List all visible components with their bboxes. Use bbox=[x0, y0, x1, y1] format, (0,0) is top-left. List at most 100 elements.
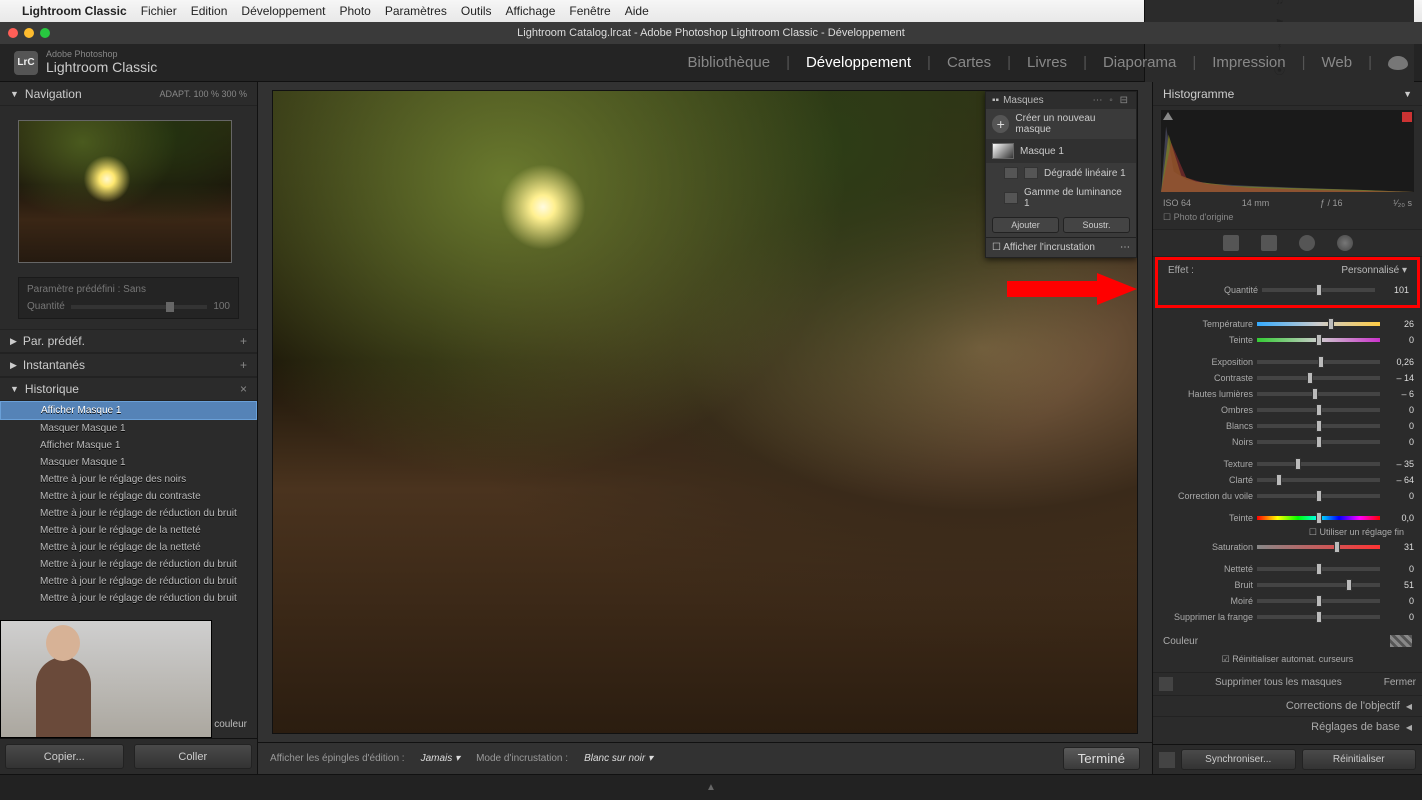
history-item[interactable]: Mettre à jour le réglage du contraste bbox=[0, 488, 257, 505]
status-icon[interactable]: ♫ bbox=[1275, 0, 1283, 7]
masking-tool-icon[interactable] bbox=[1337, 235, 1353, 251]
slider-value[interactable]: 0,0 bbox=[1384, 513, 1414, 523]
highlight-clip-icon[interactable] bbox=[1402, 112, 1412, 122]
slider-value[interactable]: – 64 bbox=[1384, 475, 1414, 485]
slider-blancs[interactable]: Blancs0 bbox=[1161, 418, 1414, 434]
original-photo-checkbox[interactable]: ☐ Photo d'origine bbox=[1163, 212, 1233, 222]
paste-button[interactable]: Coller bbox=[134, 744, 253, 769]
mask-subtract-button[interactable]: Soustr. bbox=[1063, 217, 1130, 233]
redeye-tool-icon[interactable] bbox=[1299, 235, 1315, 251]
module-web[interactable]: Web bbox=[1322, 54, 1353, 71]
create-mask-label[interactable]: Créer un nouveau masque bbox=[1015, 113, 1130, 135]
slider-texture[interactable]: Texture– 35 bbox=[1161, 456, 1414, 472]
slider-track[interactable] bbox=[1262, 288, 1375, 292]
slider-hautes-lumi-res[interactable]: Hautes lumières– 6 bbox=[1161, 386, 1414, 402]
done-button[interactable]: Terminé bbox=[1063, 747, 1140, 770]
slider-ombres[interactable]: Ombres0 bbox=[1161, 402, 1414, 418]
slider-track[interactable] bbox=[1257, 583, 1380, 587]
history-item[interactable]: Mettre à jour le réglage de réduction du… bbox=[0, 556, 257, 573]
mask-item-1[interactable]: Masque 1 bbox=[986, 139, 1136, 163]
slider-value[interactable]: 0 bbox=[1384, 405, 1414, 415]
before-after-toggle-icon[interactable] bbox=[1159, 677, 1173, 691]
slider-track[interactable] bbox=[1257, 424, 1380, 428]
history-item[interactable]: Mettre à jour le réglage des noirs bbox=[0, 471, 257, 488]
history-header[interactable]: ▼Historique × bbox=[0, 377, 257, 401]
history-item[interactable]: Afficher Masque 1 bbox=[0, 437, 257, 454]
menu-view[interactable]: Affichage bbox=[506, 4, 556, 18]
slider-contraste[interactable]: Contraste– 14 bbox=[1161, 370, 1414, 386]
reset-button[interactable]: Réinitialiser bbox=[1302, 749, 1417, 770]
menu-window[interactable]: Fenêtre bbox=[569, 4, 610, 18]
app-menu[interactable]: Lightroom Classic bbox=[22, 4, 127, 18]
module-print[interactable]: Impression bbox=[1212, 54, 1285, 71]
module-map[interactable]: Cartes bbox=[947, 54, 991, 71]
histogram[interactable] bbox=[1161, 110, 1414, 192]
slider-value[interactable]: 0,26 bbox=[1384, 357, 1414, 367]
slider-saturation[interactable]: Saturation31 bbox=[1161, 539, 1414, 555]
slider-moir-[interactable]: Moiré0 bbox=[1161, 593, 1414, 609]
slider-noirs[interactable]: Noirs0 bbox=[1161, 434, 1414, 450]
eye-icon[interactable] bbox=[1004, 167, 1018, 179]
auto-reset-checkbox[interactable]: ☑ Réinitialiser automat. curseurs bbox=[1222, 654, 1354, 664]
overlay-mode-dropdown[interactable]: Blanc sur noir ▾ bbox=[584, 753, 653, 764]
navigator-zoom-options[interactable]: ADAPT. 100 % 300 % bbox=[159, 89, 247, 99]
slider-supprimer-la-frange[interactable]: Supprimer la frange0 bbox=[1161, 609, 1414, 625]
history-item[interactable]: Mettre à jour le réglage de la netteté bbox=[0, 522, 257, 539]
slider-value[interactable]: 0 bbox=[1384, 437, 1414, 447]
slider-exposition[interactable]: Exposition0,26 bbox=[1161, 354, 1414, 370]
slider-track[interactable] bbox=[1257, 360, 1380, 364]
history-item[interactable]: Mettre à jour le réglage de réduction du… bbox=[0, 590, 257, 607]
module-book[interactable]: Livres bbox=[1027, 54, 1067, 71]
mask-component-luminance[interactable]: Gamme de luminance 1 bbox=[986, 183, 1136, 213]
mask-component-gradient[interactable]: Dégradé linéaire 1 bbox=[986, 163, 1136, 183]
navigator-header[interactable]: ▼ Navigation ADAPT. 100 % 300 % bbox=[0, 82, 257, 106]
slider-track[interactable] bbox=[1257, 494, 1380, 498]
slider-track[interactable] bbox=[1257, 599, 1380, 603]
basic-panel-header[interactable]: Réglages de base◀ bbox=[1153, 716, 1422, 737]
menu-develop[interactable]: Développement bbox=[241, 4, 325, 18]
slider-track[interactable] bbox=[1257, 322, 1380, 326]
slider-track[interactable] bbox=[1257, 545, 1380, 549]
slider-value[interactable]: – 6 bbox=[1384, 389, 1414, 399]
slider-value[interactable]: 0 bbox=[1384, 564, 1414, 574]
crop-tool-icon[interactable] bbox=[1223, 235, 1239, 251]
slider-temp-rature[interactable]: Température26 bbox=[1161, 316, 1414, 332]
slider-track[interactable] bbox=[1257, 462, 1380, 466]
disclosure-triangle-icon[interactable]: ▼ bbox=[10, 89, 19, 99]
navigator-thumbnail[interactable] bbox=[18, 120, 232, 263]
slider-track[interactable] bbox=[1257, 440, 1380, 444]
slider-value[interactable]: 51 bbox=[1384, 580, 1414, 590]
history-item[interactable]: Mettre à jour le réglage de réduction du… bbox=[0, 573, 257, 590]
cloud-sync-icon[interactable] bbox=[1388, 56, 1408, 70]
slider-track[interactable] bbox=[1257, 376, 1380, 380]
history-item[interactable]: Afficher Masque 1 bbox=[0, 401, 257, 420]
fine-adjust-checkbox[interactable]: ☐ Utiliser un réglage fin bbox=[1161, 526, 1414, 539]
module-develop[interactable]: Développement bbox=[806, 54, 911, 71]
shadow-clip-icon[interactable] bbox=[1163, 112, 1173, 120]
mask-options-icon[interactable]: ⋯ bbox=[1120, 242, 1130, 253]
slider-correction-du-voile[interactable]: Correction du voile0 bbox=[1161, 488, 1414, 504]
slider-track[interactable] bbox=[1257, 567, 1380, 571]
slider-value[interactable]: 26 bbox=[1384, 319, 1414, 329]
slider-value[interactable]: 101 bbox=[1379, 285, 1409, 295]
history-item[interactable]: Mettre à jour le réglage de la netteté bbox=[0, 539, 257, 556]
masks-panel-options-icon[interactable]: ⋯ ◦ ⊟ bbox=[1093, 95, 1130, 106]
slider-value[interactable]: 0 bbox=[1384, 335, 1414, 345]
history-item[interactable]: Mettre à jour le réglage de réduction du… bbox=[0, 505, 257, 522]
slider-value[interactable]: – 35 bbox=[1384, 459, 1414, 469]
snapshots-header[interactable]: ▶Instantanés + bbox=[0, 353, 257, 377]
mask-add-button[interactable]: Ajouter bbox=[992, 217, 1059, 233]
menu-tools[interactable]: Outils bbox=[461, 4, 492, 18]
slider-track[interactable] bbox=[1257, 478, 1380, 482]
slider-track[interactable] bbox=[1257, 392, 1380, 396]
photo-canvas[interactable]: ▪▪Masques⋯ ◦ ⊟ +Créer un nouveau masque … bbox=[272, 90, 1138, 734]
histogram-header[interactable]: Histogramme▼ bbox=[1153, 82, 1422, 106]
slider-quantit-[interactable]: Quantité101 bbox=[1166, 282, 1409, 298]
slider-teinte[interactable]: Teinte0 bbox=[1161, 332, 1414, 348]
slider-track[interactable] bbox=[1257, 615, 1380, 619]
menu-settings[interactable]: Paramètres bbox=[385, 4, 447, 18]
delete-all-masks-button[interactable]: Supprimer tous les masques bbox=[1179, 677, 1378, 691]
slider-bruit[interactable]: Bruit51 bbox=[1161, 577, 1414, 593]
close-masks-button[interactable]: Fermer bbox=[1384, 677, 1416, 691]
slider-value[interactable]: 0 bbox=[1384, 612, 1414, 622]
